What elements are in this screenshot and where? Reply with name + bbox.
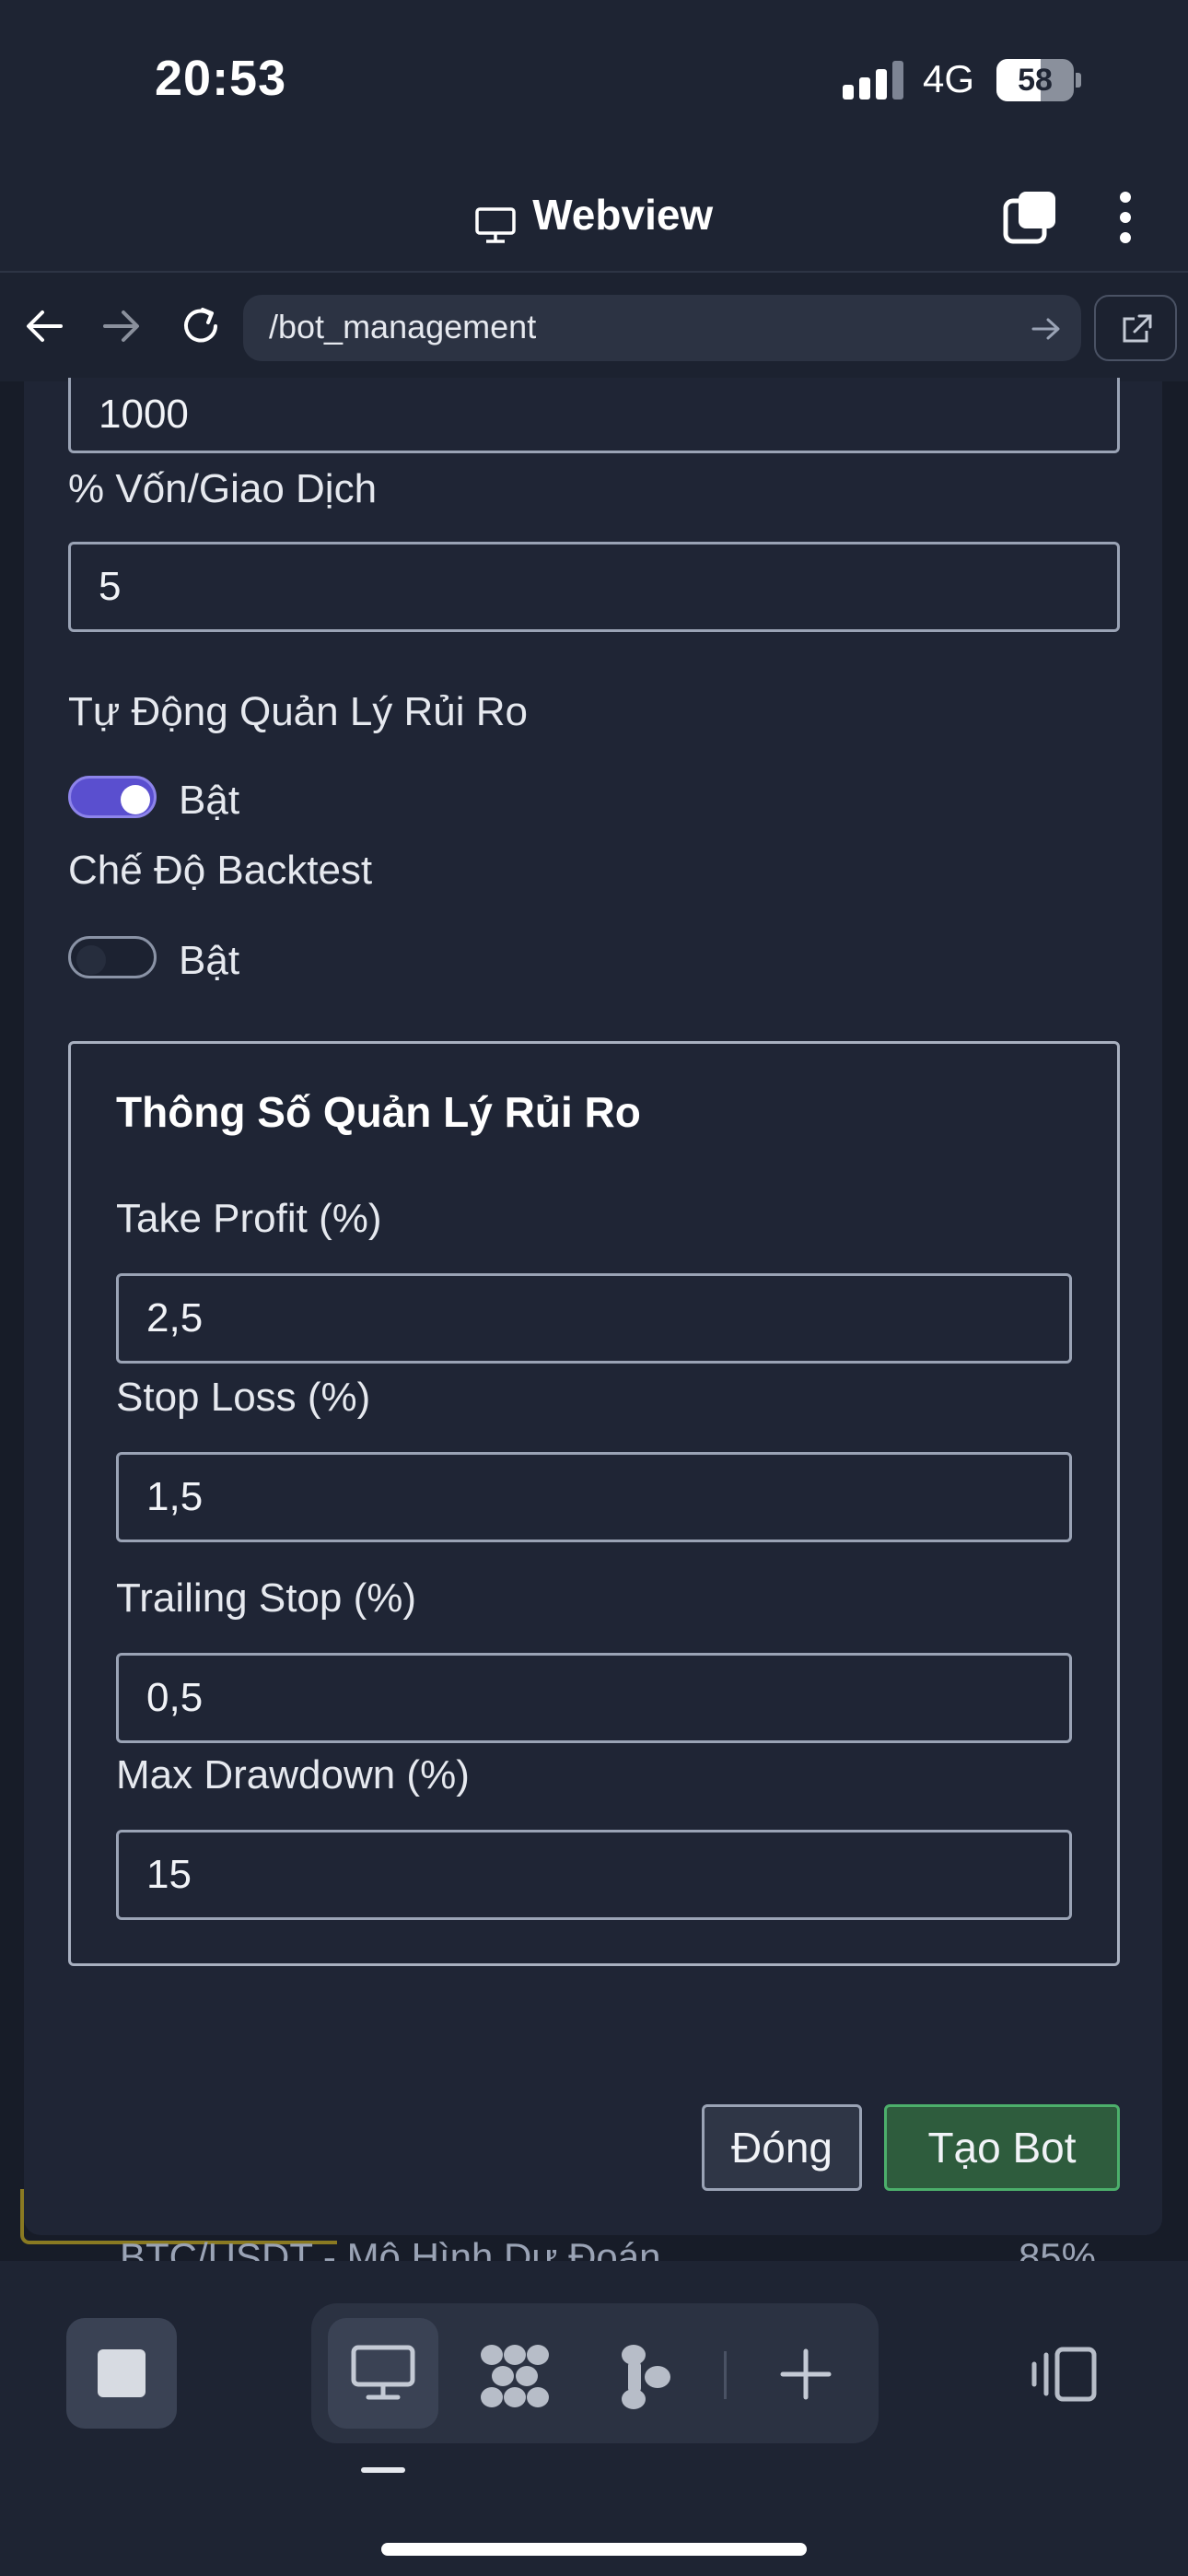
side-panel-icon[interactable] [1030, 2346, 1098, 2403]
stop-loss-input[interactable]: 1,5 [116, 1452, 1072, 1542]
forward-arrow-icon[interactable] [101, 308, 142, 345]
network-type: 4G [923, 57, 975, 100]
trailing-stop-label: Trailing Stop (%) [116, 1575, 417, 1621]
battery-icon: 58 [996, 59, 1081, 101]
stop-loss-label: Stop Loss (%) [116, 1375, 371, 1420]
capital-per-trade-input[interactable]: 5 [68, 542, 1120, 632]
more-options-icon[interactable] [1114, 190, 1136, 245]
reload-icon[interactable] [179, 304, 223, 348]
signal-icon [843, 61, 903, 100]
branch-icon[interactable] [619, 2344, 672, 2410]
toggle-knob [121, 785, 150, 814]
battery-level: 58 [1018, 63, 1053, 98]
home-indicator[interactable] [381, 2543, 807, 2556]
toggle-knob [76, 945, 106, 975]
create-bot-button[interactable]: Tạo Bot [884, 2104, 1120, 2191]
go-arrow-icon[interactable] [1030, 315, 1063, 343]
background-list-row: BTC/USDT - Mô Hình Dự Đoán 85% [120, 2233, 1096, 2261]
auto-risk-toggle-label: Bật [179, 778, 240, 823]
capital-per-trade-label: % Vốn/Giao Dịch [68, 466, 378, 511]
url-text: /bot_management [269, 308, 537, 345]
plus-icon[interactable] [779, 2348, 833, 2401]
auto-risk-toggle[interactable] [68, 776, 157, 818]
back-arrow-icon[interactable] [24, 308, 64, 345]
max-drawdown-label: Max Drawdown (%) [116, 1752, 470, 1797]
trailing-stop-input[interactable]: 0,5 [116, 1653, 1072, 1743]
desktop-icon [351, 2345, 415, 2400]
apps-grid-icon[interactable] [479, 2344, 551, 2408]
monitor-icon [475, 207, 516, 243]
risk-params-title: Thông Số Quản Lý Rủi Ro [116, 1088, 641, 1136]
header-title: Webview [532, 191, 714, 239]
close-button[interactable]: Đóng [702, 2104, 862, 2191]
backtest-label: Chế Độ Backtest [68, 848, 373, 893]
external-link-icon [1123, 314, 1152, 343]
status-time: 20:53 [155, 51, 287, 106]
backtest-toggle[interactable] [68, 936, 157, 978]
auto-risk-label: Tự Động Quản Lý Rủi Ro [68, 689, 529, 734]
tabs-icon[interactable] [1002, 190, 1057, 245]
active-tab-indicator [361, 2467, 405, 2473]
stop-icon [98, 2349, 146, 2397]
take-profit-input[interactable]: 2,5 [116, 1273, 1072, 1364]
initial-capital-input[interactable]: 1000 [68, 378, 1120, 453]
open-external-button[interactable] [1094, 295, 1177, 361]
take-profit-label: Take Profit (%) [116, 1196, 382, 1241]
backtest-toggle-label: Bật [179, 938, 240, 983]
toolbar-divider [724, 2351, 727, 2399]
background-row-percent: 85% [1018, 2235, 1096, 2261]
max-drawdown-input[interactable]: 15 [116, 1830, 1072, 1920]
background-row-text: BTC/USDT - Mô Hình Dự Đoán [120, 2235, 661, 2261]
